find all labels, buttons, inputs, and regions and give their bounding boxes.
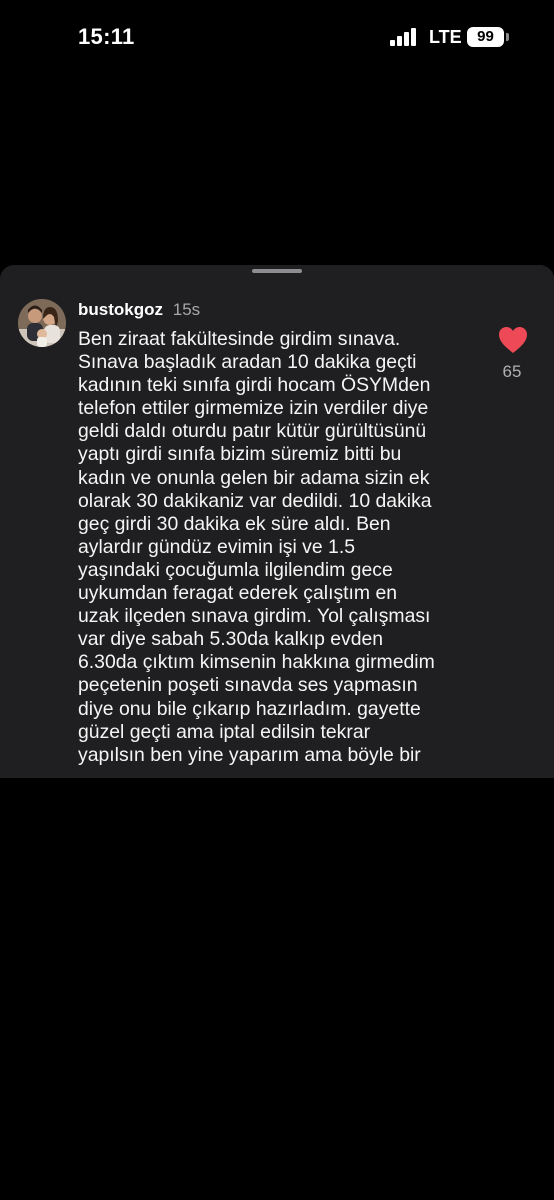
battery-cap [506, 33, 509, 41]
battery-level: 99 [477, 28, 494, 45]
comments-sheet: bustokgoz 15s Ben ziraat fakültesinde gi… [0, 265, 554, 778]
status-bar: 15:11 LTE 99 [0, 0, 554, 80]
like-count: 65 [502, 362, 522, 381]
comment-timestamp: 15s [172, 300, 201, 319]
comment-header: bustokgoz 15s [78, 299, 200, 321]
status-time: 15:11 [78, 24, 135, 49]
battery-icon: 99 [467, 27, 504, 47]
cellular-signal-icon [390, 28, 420, 46]
network-type: LTE [429, 27, 462, 47]
sheet-drag-handle[interactable] [252, 269, 302, 273]
comment-username[interactable]: bustokgoz [78, 300, 163, 319]
avatar-photo-icon [18, 299, 66, 347]
comment-text: Ben ziraat fakültesinde girdim sınava. S… [78, 328, 435, 766]
avatar[interactable] [18, 299, 66, 347]
like-heart-icon[interactable] [498, 326, 528, 354]
